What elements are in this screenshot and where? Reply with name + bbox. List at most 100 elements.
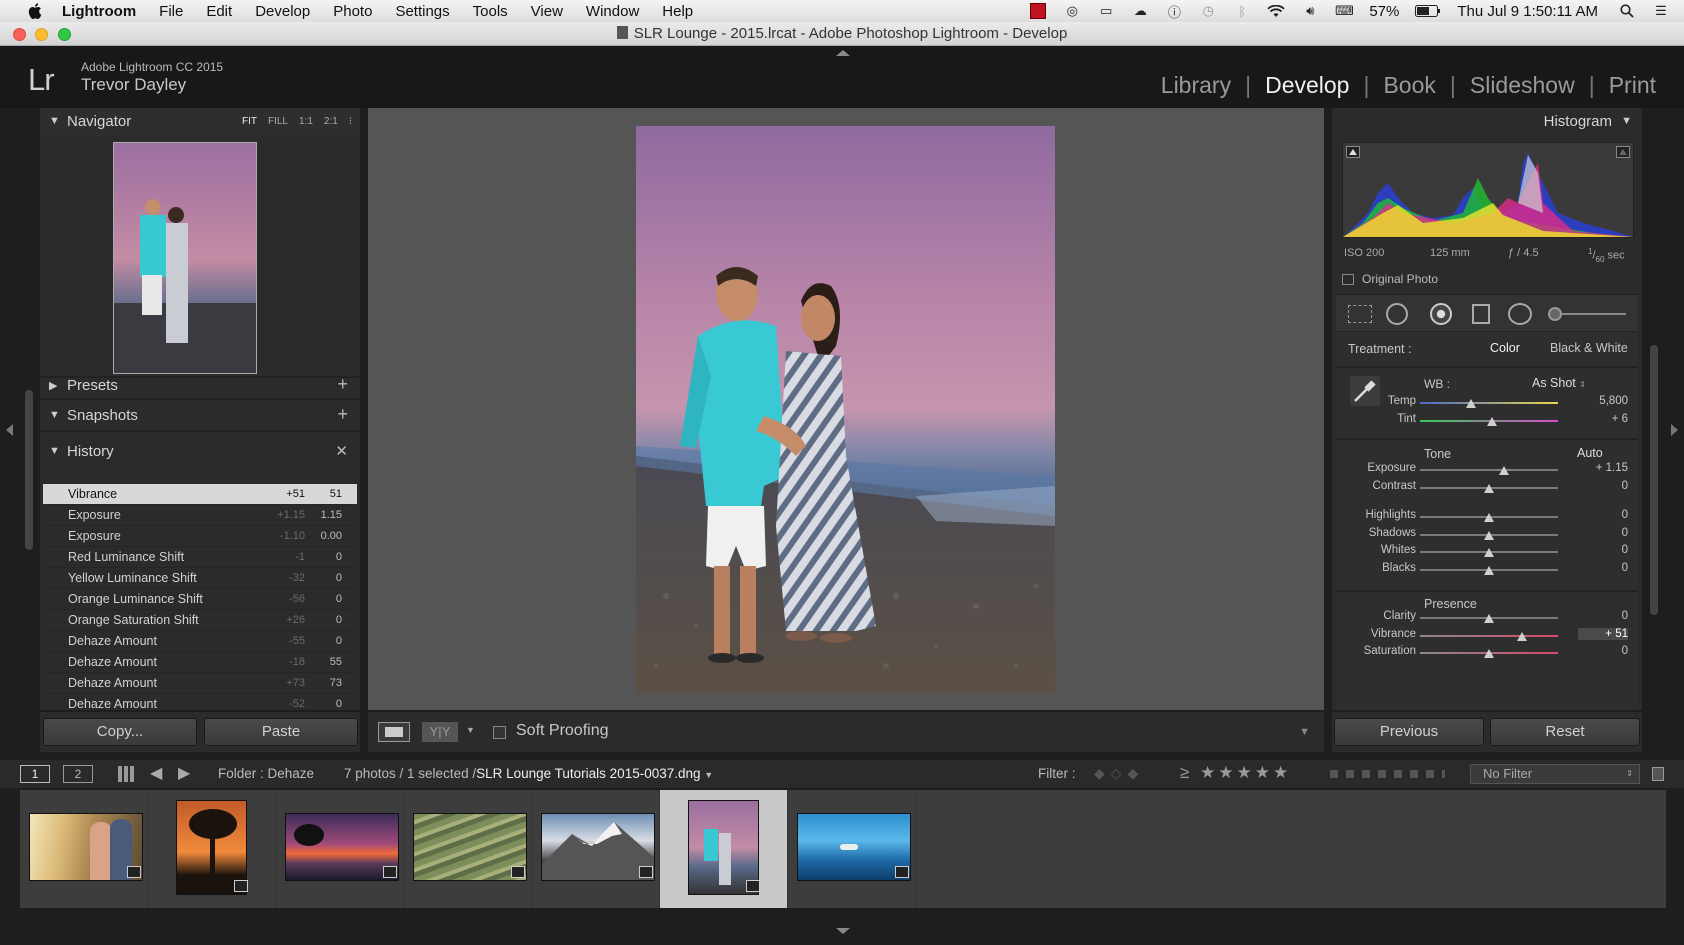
shadows-slider-value[interactable]: 0 <box>1578 527 1628 539</box>
menu-photo[interactable]: Photo <box>333 3 372 20</box>
previous-button[interactable]: Previous <box>1334 718 1484 746</box>
monitor-2-button[interactable]: 2 <box>63 765 93 783</box>
presets-header[interactable]: ▶ Presets + <box>40 372 360 400</box>
highlights-slider-thumb[interactable] <box>1484 513 1494 522</box>
photo-count[interactable]: 7 photos / 1 selected /SLR Lounge Tutori… <box>344 766 713 781</box>
exposure-slider[interactable] <box>1420 469 1558 471</box>
history-row[interactable]: Vibrance +51 51 <box>43 484 357 505</box>
history-row[interactable]: Dehaze Amount -52 0 <box>43 694 357 710</box>
menu-edit[interactable]: Edit <box>206 3 232 20</box>
apple-icon[interactable] <box>26 2 44 20</box>
history-row[interactable]: Exposure -1.10 0.00 <box>43 526 357 547</box>
crop-tool-icon[interactable] <box>1348 305 1372 323</box>
input-icon[interactable]: ⌨ <box>1335 3 1354 18</box>
menu-app-lightroom[interactable]: Lightroom <box>62 3 136 20</box>
module-library[interactable]: Library <box>1161 72 1231 99</box>
contrast-slider-thumb[interactable] <box>1484 484 1494 493</box>
filmstrip-cell[interactable] <box>148 790 276 908</box>
histogram[interactable] <box>1342 142 1634 238</box>
treatment-color[interactable]: Color <box>1490 341 1520 355</box>
history-row[interactable]: Red Luminance Shift -1 0 <box>43 547 357 568</box>
wifi-icon[interactable] <box>1267 4 1285 18</box>
bottom-panel-toggle-icon[interactable] <box>836 928 850 934</box>
filmstrip-thumbnail-couple-sunset[interactable] <box>29 813 143 881</box>
filmstrip-thumbnail-blue-ocean[interactable] <box>797 813 911 881</box>
menu-file[interactable]: File <box>159 3 183 20</box>
display-icon[interactable]: ▭ <box>1097 3 1115 18</box>
color-label-filter[interactable] <box>1330 770 1445 778</box>
vibrance-slider-thumb[interactable] <box>1517 632 1528 641</box>
filmstrip-cell[interactable] <box>788 790 916 908</box>
original-photo-checkbox[interactable] <box>1342 274 1354 285</box>
module-book[interactable]: Book <box>1383 72 1435 99</box>
volume-icon[interactable]: 🔊︎ <box>1301 3 1319 18</box>
grid-view-icon[interactable] <box>118 766 135 782</box>
history-row[interactable]: Dehaze Amount +73 73 <box>43 673 357 694</box>
whites-slider-thumb[interactable] <box>1484 548 1494 557</box>
radial-filter-icon[interactable] <box>1508 303 1532 325</box>
notification-icon[interactable]: ☰ <box>1652 3 1670 18</box>
blacks-slider-thumb[interactable] <box>1484 566 1494 575</box>
blacks-slider-value[interactable]: 0 <box>1578 562 1628 574</box>
flag-icon[interactable] <box>1029 3 1047 19</box>
shadow-clipping-icon[interactable] <box>1346 146 1360 158</box>
right-scrollbar[interactable] <box>1650 345 1658 615</box>
menu-develop[interactable]: Develop <box>255 3 310 20</box>
highlight-clipping-icon[interactable] <box>1616 146 1630 158</box>
exposure-slider-thumb[interactable] <box>1499 466 1510 475</box>
temp-slider-value[interactable]: 5,800 <box>1578 395 1628 407</box>
spot-removal-tool-icon[interactable] <box>1386 303 1408 325</box>
menu-help[interactable]: Help <box>662 3 693 20</box>
treatment-black-white[interactable]: Black & White <box>1550 341 1628 355</box>
right-panel-toggle-icon[interactable] <box>1671 424 1678 436</box>
tint-slider-thumb[interactable] <box>1486 417 1497 426</box>
add-preset-icon[interactable]: + <box>337 374 348 395</box>
before-after-dropdown-icon[interactable]: ▼ <box>466 725 475 735</box>
main-photo[interactable] <box>636 126 1055 693</box>
contrast-slider-value[interactable]: 0 <box>1578 480 1628 492</box>
saturation-slider-thumb[interactable] <box>1484 649 1494 658</box>
wb-dropdown[interactable]: As Shot ⇕ <box>1532 376 1586 390</box>
clarity-slider-thumb[interactable] <box>1484 614 1494 623</box>
zoom-menu-icon[interactable]: ⁝ <box>349 116 352 127</box>
left-scrollbar[interactable] <box>25 390 33 550</box>
tint-slider-value[interactable]: + 6 <box>1578 413 1628 425</box>
filmstrip-cell[interactable] <box>404 790 532 908</box>
module-slideshow[interactable]: Slideshow <box>1470 72 1575 99</box>
cloud-icon[interactable]: ☁ <box>1131 3 1149 18</box>
copy-button[interactable]: Copy... <box>43 718 197 746</box>
collapse-triangle-icon[interactable]: ▼ <box>49 115 60 127</box>
reset-button[interactable]: Reset <box>1490 718 1640 746</box>
top-panel-toggle-icon[interactable] <box>836 50 850 56</box>
filmstrip-thumbnail-mountain[interactable] <box>541 813 655 881</box>
collapse-triangle-icon[interactable]: ▼ <box>1621 115 1632 127</box>
filter-lock-icon[interactable] <box>1652 767 1664 781</box>
highlights-slider-value[interactable]: 0 <box>1578 509 1628 521</box>
filmstrip-cell[interactable] <box>20 790 148 908</box>
history-row[interactable]: Dehaze Amount -18 55 <box>43 652 357 673</box>
filmstrip-cell[interactable] <box>532 790 660 908</box>
red-eye-tool-icon[interactable] <box>1430 303 1452 325</box>
before-after-icon[interactable]: Y|Y <box>422 722 458 742</box>
expand-triangle-icon[interactable]: ▶ <box>49 379 57 392</box>
clarity-slider-value[interactable]: 0 <box>1578 610 1628 622</box>
histogram-header[interactable]: Histogram ▼ <box>1332 108 1642 136</box>
menu-window[interactable]: Window <box>586 3 639 20</box>
exposure-slider-value[interactable]: + 1.15 <box>1578 462 1628 474</box>
vibrance-slider-value[interactable]: + 51 <box>1578 628 1628 640</box>
module-print[interactable]: Print <box>1609 72 1656 99</box>
monitor-1-button[interactable]: 1 <box>20 765 50 783</box>
airplay-icon[interactable]: ◎ <box>1063 3 1081 18</box>
menu-view[interactable]: View <box>531 3 563 20</box>
folder-source[interactable]: Folder : Dehaze <box>218 766 314 781</box>
filter-dropdown[interactable]: No Filter ⇕ <box>1470 764 1640 784</box>
soft-proofing-checkbox[interactable] <box>493 726 506 739</box>
module-develop[interactable]: Develop <box>1265 72 1349 99</box>
history-row[interactable]: Orange Luminance Shift -56 0 <box>43 589 357 610</box>
filmstrip-thumbnail-purple-sunset[interactable] <box>285 813 399 881</box>
history-header[interactable]: ▼ History ✕ <box>40 438 360 466</box>
filmstrip-cell[interactable] <box>276 790 404 908</box>
temp-slider-thumb[interactable] <box>1466 399 1477 408</box>
adjustment-brush-icon[interactable] <box>1548 307 1562 321</box>
left-panel-toggle-icon[interactable] <box>6 424 13 436</box>
